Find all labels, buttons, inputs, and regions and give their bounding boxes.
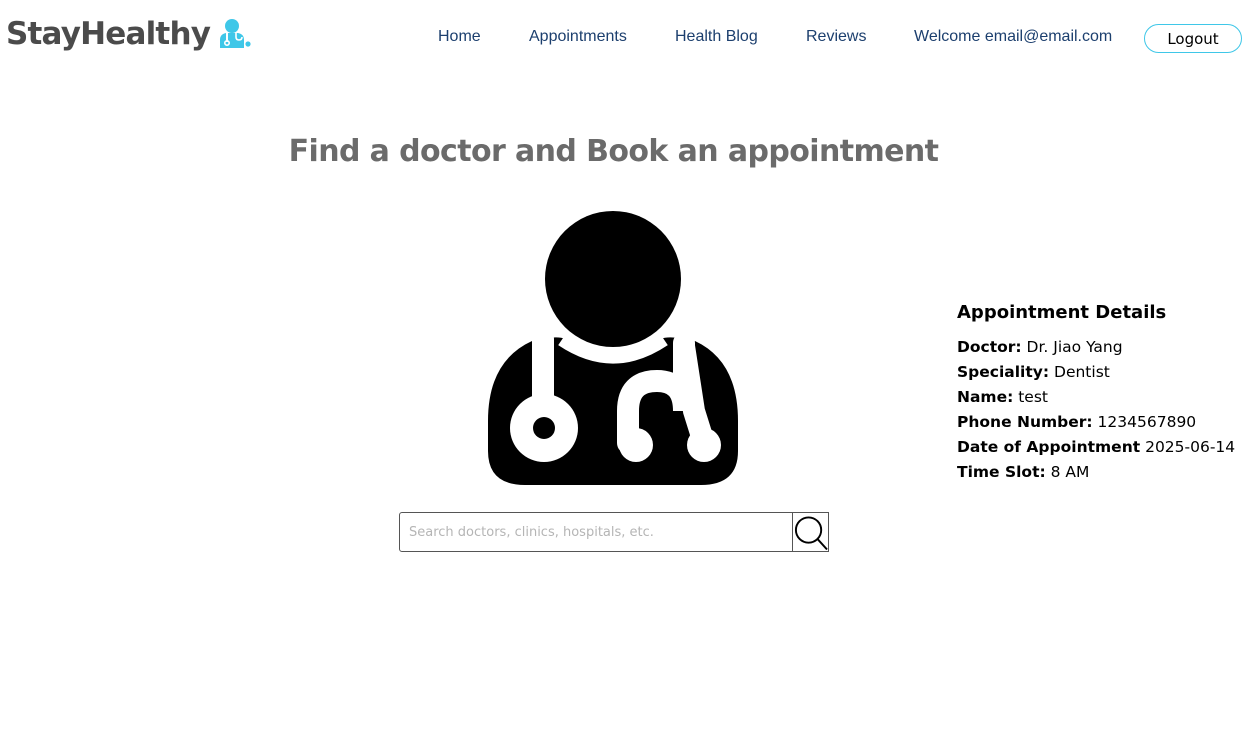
detail-time-slot: Time Slot: 8 AM [957, 460, 1242, 485]
doctor-icon [220, 19, 251, 48]
detail-value: 8 AM [1050, 463, 1090, 481]
detail-label: Doctor: [957, 338, 1022, 356]
nav-appointments-link[interactable]: Appointments [529, 28, 627, 46]
appointment-details-panel: Appointment Details Doctor: Dr. Jiao Yan… [957, 302, 1242, 485]
detail-label: Date of Appointment [957, 438, 1141, 456]
detail-value: Dr. Jiao Yang [1026, 338, 1123, 356]
detail-value: test [1018, 388, 1049, 406]
brand-name: StayHealthy [6, 16, 211, 52]
brand-logo[interactable]: StayHealthy [6, 16, 251, 52]
nav-health-blog-link[interactable]: Health Blog [675, 28, 758, 46]
detail-doctor: Doctor: Dr. Jiao Yang [957, 335, 1242, 360]
detail-speciality: Speciality: Dentist [957, 360, 1242, 385]
detail-value: 1234567890 [1097, 413, 1197, 431]
detail-label: Speciality: [957, 363, 1050, 381]
search-icon [794, 516, 828, 551]
appointment-details-title: Appointment Details [957, 302, 1167, 323]
logout-button[interactable]: Logout [1144, 24, 1242, 53]
detail-value: 2025-06-14 [1145, 438, 1236, 456]
navbar: StayHealthy Home Appointments Health Blo… [0, 0, 1245, 76]
nav-home-link[interactable]: Home [438, 28, 481, 46]
search-input[interactable] [399, 512, 793, 552]
detail-label: Name: [957, 388, 1014, 406]
detail-label: Phone Number: [957, 413, 1093, 431]
detail-value: Dentist [1054, 363, 1110, 381]
detail-label: Time Slot: [957, 463, 1046, 481]
page-title: Find a doctor and Book an appointment [288, 134, 939, 169]
detail-phone: Phone Number: 1234567890 [957, 410, 1242, 435]
detail-name: Name: test [957, 385, 1242, 410]
doctor-stethoscope-icon [488, 211, 738, 485]
detail-date: Date of Appointment 2025-06-14 [957, 435, 1242, 460]
welcome-user-text[interactable]: Welcome email@email.com [914, 28, 1112, 46]
nav-reviews-link[interactable]: Reviews [806, 28, 866, 46]
search-button[interactable] [792, 512, 829, 552]
